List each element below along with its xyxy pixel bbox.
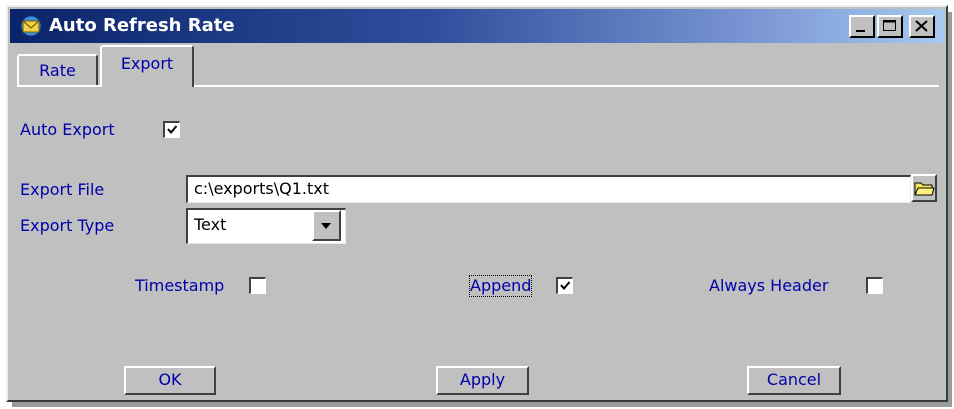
- always-header-checkbox[interactable]: [866, 277, 883, 294]
- title-bar[interactable]: Auto Refresh Rate: [10, 9, 944, 43]
- folder-icon: [914, 182, 935, 196]
- append-label: Append: [468, 275, 533, 297]
- maximize-icon: [883, 20, 896, 31]
- window-shadow-bottom: [12, 402, 952, 407]
- export-file-label: Export File: [20, 180, 105, 199]
- ok-button[interactable]: OK: [124, 366, 216, 395]
- always-header-label: Always Header: [709, 276, 829, 295]
- export-type-label: Export Type: [20, 216, 115, 235]
- minimize-button[interactable]: [849, 15, 875, 38]
- export-type-dropdown-button[interactable]: [312, 210, 341, 241]
- close-button[interactable]: [909, 15, 935, 38]
- cancel-button[interactable]: Cancel: [747, 366, 841, 395]
- auto-export-label: Auto Export: [20, 120, 115, 139]
- close-icon: [915, 20, 928, 32]
- export-file-input[interactable]: c:\exports\Q1.txt: [186, 175, 911, 203]
- maximize-button[interactable]: [877, 15, 903, 38]
- checkmark-icon: [167, 125, 178, 135]
- window-shadow-right: [948, 12, 952, 404]
- timestamp-checkbox[interactable]: [249, 277, 266, 294]
- timestamp-label: Timestamp: [135, 276, 225, 295]
- checkmark-icon: [560, 281, 571, 291]
- append-checkbox[interactable]: [556, 277, 573, 294]
- chevron-down-icon: [321, 223, 331, 229]
- dialog-window: Auto Refresh Rate Rate Export Auto Expor…: [6, 5, 948, 402]
- export-tab-panel: [17, 85, 939, 399]
- tab-rate[interactable]: Rate: [17, 54, 98, 86]
- browse-button[interactable]: [911, 174, 937, 202]
- minimize-icon: [856, 30, 865, 32]
- apply-button[interactable]: Apply: [436, 366, 529, 395]
- app-envelope-icon: [18, 15, 44, 37]
- tab-export[interactable]: Export: [100, 45, 194, 87]
- window-title: Auto Refresh Rate: [49, 15, 235, 36]
- auto-export-checkbox[interactable]: [163, 121, 180, 138]
